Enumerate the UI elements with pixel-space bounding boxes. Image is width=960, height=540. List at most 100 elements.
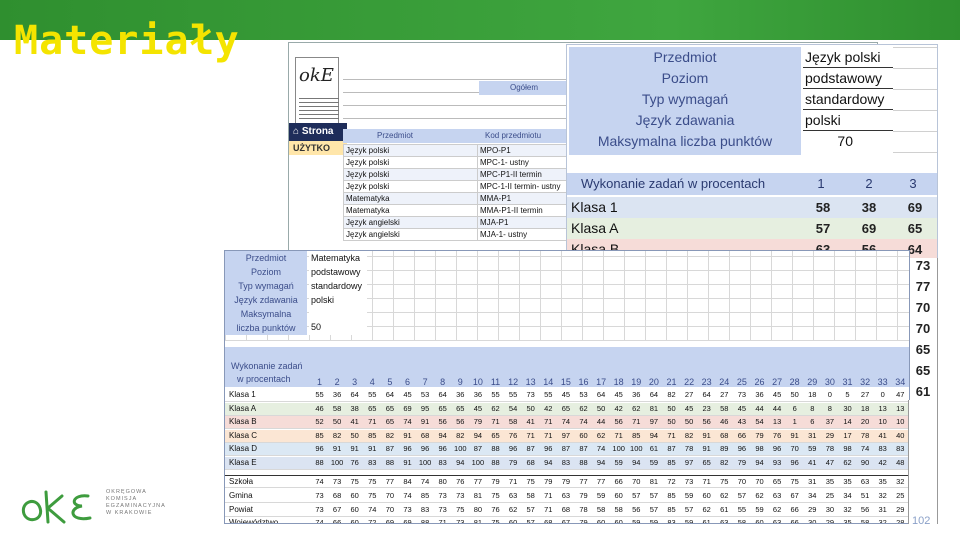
result-cell: 28	[896, 518, 905, 524]
label-requirements: Typ wymagań	[641, 91, 729, 107]
value-level[interactable]: podstawowy	[803, 68, 893, 89]
row-label: Gmina	[229, 491, 253, 501]
result-cell: 29	[896, 504, 905, 514]
label-subject: Przedmiot	[653, 49, 717, 65]
subject-row[interactable]: Język angielski MJA-P1	[343, 216, 568, 229]
logo-caption-lines	[299, 95, 339, 119]
result-row: Klasa 1 58 38 69	[567, 197, 937, 218]
row-label: Klasa 1	[229, 390, 256, 399]
subject-code-cell: MJA-1- ustny	[477, 228, 568, 241]
row-label: Klasa D	[229, 444, 258, 454]
scroll-strip	[908, 400, 938, 524]
row-label: Klasa E	[229, 458, 257, 467]
value-requirements[interactable]: standardowy	[309, 279, 367, 293]
task-header: Wykonanie zadań w procentach 1 2 3	[567, 173, 937, 195]
result-cell: 40	[896, 430, 905, 440]
label-level: Poziom	[250, 267, 281, 277]
result-cell: 73	[908, 258, 938, 279]
value-max-points[interactable]: 50	[309, 307, 367, 335]
top-panel: Przedmiot Poziom Typ wymagań Język zdawa…	[566, 44, 938, 260]
row-label: Klasa A	[571, 220, 619, 236]
footer-line: OKRĘGOWA	[106, 489, 147, 495]
value-language[interactable]: polski	[803, 110, 893, 131]
row-label: Województwo	[229, 518, 279, 524]
top-panel-labels: Przedmiot Poziom Typ wymagań Język zdawa…	[569, 47, 801, 155]
footer-logo-text: OKRĘGOWA KOMISJA EGZAMINACYJNA W KRAKOWI…	[106, 489, 166, 517]
subject-row[interactable]: Język polski MPC-P1-II termin	[343, 168, 568, 181]
footer-line: KOMISJA	[106, 496, 138, 502]
overall-label: Ogółem	[479, 81, 569, 95]
result-row: Klasa A 57 69 65	[567, 218, 937, 239]
subject-code-cell: MMA-P1	[477, 192, 568, 205]
label-subject: Przedmiot	[245, 253, 287, 263]
value-language[interactable]: polski	[309, 293, 367, 307]
result-cell: 69	[907, 200, 923, 215]
result-row: Szkoła 74 73 75 75 77 84 74 80 76 77 79 71 75 79 79 77 77…	[225, 474, 909, 488]
task-number: 2	[865, 176, 873, 191]
subject-row[interactable]: Matematyka MMA-P1-II termin	[343, 204, 568, 217]
subject-cell: Język polski	[343, 144, 478, 157]
row-label: Powiat	[229, 504, 254, 514]
subject-cell: Język polski	[343, 168, 478, 181]
subject-cell: Język polski	[343, 156, 478, 169]
value-max-points[interactable]: 70	[803, 131, 893, 152]
result-row: Klasa B 52 50 41 71 65 74 91 56 56 79 71 58 41 71 74 74 4…	[225, 416, 909, 430]
value-level[interactable]: podstawowy	[309, 265, 367, 279]
result-cell: 13	[896, 403, 905, 413]
result-row: Klasa D 96 91 91 91 87 96 96 96 100 87 88 96 87 96 87 87…	[225, 443, 909, 457]
label-max-points: Maksymalna liczba punktów	[597, 133, 773, 149]
label-language: Język zdawania	[635, 112, 735, 128]
front-panel-values: Matematyka podstawowy standardowy polski…	[309, 251, 367, 335]
subject-col-header: Przedmiot	[377, 131, 414, 140]
row-label: Klasa A	[229, 403, 257, 413]
front-panel-labels: Przedmiot Poziom Typ wymagań Język zdawa…	[225, 251, 307, 335]
result-cell: 47	[896, 390, 905, 399]
subject-code-cell: MJA-P1	[477, 216, 568, 229]
home-nav-button[interactable]: ⌂ Strona	[289, 123, 347, 141]
row-label: Klasa C	[229, 430, 258, 440]
result-row: Województwo 74 66 60 72 69 69 88 71 73 81 75 60 57 68 6…	[225, 517, 909, 524]
result-cell: 65	[907, 221, 923, 236]
subject-row[interactable]: Język polski MPO-P1	[343, 144, 568, 157]
value-subject[interactable]: Matematyka	[309, 251, 367, 265]
user-nav-button[interactable]: UŻYTKO	[289, 141, 347, 155]
label-level: Poziom	[661, 70, 709, 86]
result-cell: 77	[908, 279, 938, 300]
label-points: liczba punktów	[236, 323, 296, 333]
oke-logo: okE	[299, 65, 334, 86]
result-cell: 10	[896, 417, 905, 427]
task-header-line2: w procentach	[237, 374, 291, 384]
label-requirements: Typ wymagań	[238, 281, 294, 291]
subject-code-cell: MMA-P1-II termin	[477, 204, 568, 217]
subject-row[interactable]: Język polski MPC-1- ustny	[343, 156, 568, 169]
value-requirements[interactable]: standardowy	[803, 89, 893, 110]
subject-cell: Język polski	[343, 180, 478, 193]
top-panel-values: Język polski podstawowy standardowy pols…	[803, 47, 893, 152]
result-cell: 38	[861, 200, 877, 215]
result-cell: 83	[896, 444, 905, 454]
task-number: 1	[817, 176, 825, 191]
top-panel-grid	[893, 47, 937, 153]
subject-cell: Matematyka	[343, 204, 478, 217]
footer-line: W KRAKOWIE	[106, 510, 153, 516]
subject-cell: Matematyka	[343, 192, 478, 205]
subject-row[interactable]: Język angielski MJA-1- ustny	[343, 228, 568, 241]
subject-cell: Język angielski	[343, 228, 478, 241]
label-language: Język zdawania	[234, 295, 298, 305]
subject-table-header: Przedmiot Kod przedmiotu	[343, 129, 573, 143]
result-cell: 32	[896, 476, 905, 486]
task-number: 34	[895, 377, 906, 387]
task-header-label: Wykonanie zadań w procentach	[581, 176, 766, 191]
result-row: Gmina 73 68 60 75 70 74 85 73 73 81 75 63 58 71 63 79 59 6…	[225, 490, 909, 504]
result-cell: 69	[861, 221, 877, 236]
value-subject[interactable]: Język polski	[803, 47, 893, 68]
label-max: Maksymalna	[240, 309, 292, 319]
subject-row[interactable]: Język polski MPC-1-II termin- ustny	[343, 180, 568, 193]
page-number: 102	[912, 515, 931, 527]
home-icon: ⌂	[293, 126, 302, 137]
result-cell: 58	[815, 200, 831, 215]
result-row: Klasa A 46 58 38 65 65 69 95 65 65 45 62 54 50 42 65 62 5…	[225, 402, 909, 416]
subject-row[interactable]: Matematyka MMA-P1	[343, 192, 568, 205]
task-number: 3	[909, 176, 917, 191]
result-cell: 65	[908, 363, 938, 384]
